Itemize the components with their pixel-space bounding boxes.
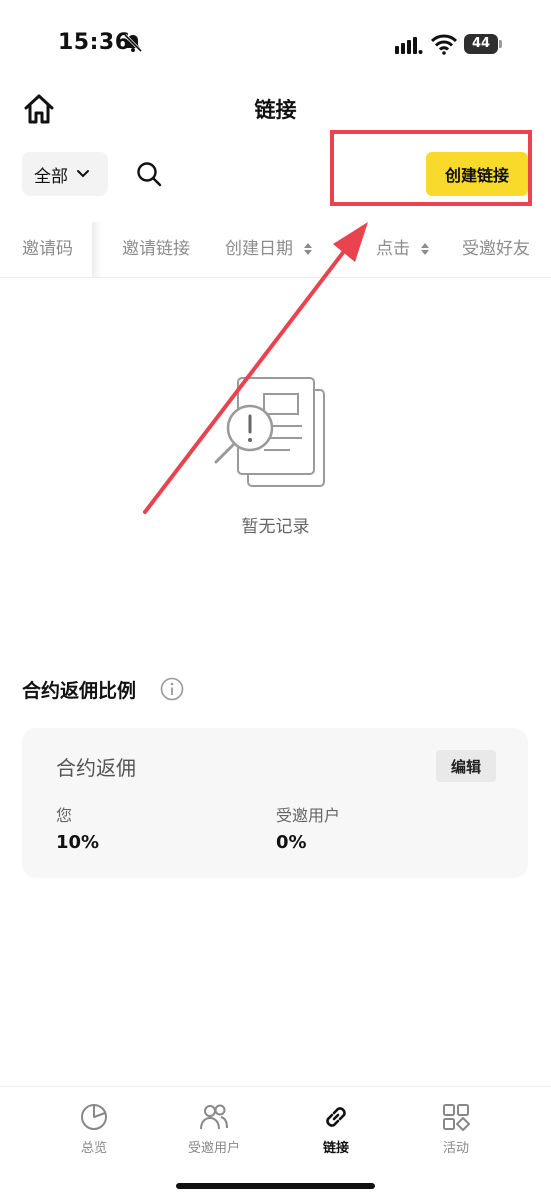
users-icon [200,1104,228,1130]
grid-icon [443,1104,470,1131]
column-clicks[interactable]: 点击 [376,234,430,259]
rebate-card: 合约返佣 编辑 您 10% 受邀用户 0% [22,728,528,878]
rebate-card-title: 合约返佣 [56,756,136,780]
chevron-down-icon [77,170,89,178]
your-rate-label: 您 [56,806,73,825]
nav-item-links[interactable]: 链接 [276,1101,396,1156]
column-clicks-label: 点击 [376,239,410,259]
table-header: 邀请码 邀请链接 创建日期 点击 受邀好友 [0,222,551,278]
nav-label: 活动 [442,1141,469,1156]
invited-rate-value: 0% [276,832,307,853]
nav-item-overview[interactable]: 总览 [34,1101,154,1156]
search-icon[interactable] [135,160,163,188]
create-link-button[interactable]: 创建链接 [426,152,528,196]
column-create-date[interactable]: 创建日期 [225,234,313,259]
column-invite-link: 邀请链接 [122,239,190,259]
sort-icon [421,243,430,255]
filter-label: 全部 [34,166,68,187]
column-create-date-label: 创建日期 [225,239,293,259]
invited-rate-label: 受邀用户 [276,806,341,825]
sort-icon [304,243,313,255]
nav-item-activity[interactable]: 活动 [396,1101,516,1156]
home-indicator [176,1183,375,1189]
your-rate-value: 10% [56,832,100,853]
battery-cap [499,40,502,48]
empty-records-icon [214,377,325,487]
battery-indicator: 44 [464,34,502,54]
info-icon[interactable] [160,677,184,701]
link-icon [326,1107,346,1127]
page-title: 链接 [254,98,297,122]
rebate-section-title: 合约返佣比例 [22,680,137,702]
empty-state-text: 暂无记录 [241,517,310,537]
nav-label: 受邀用户 [187,1141,240,1156]
column-divider [92,222,102,277]
signal-icon [395,37,423,54]
nav-label: 总览 [80,1141,107,1156]
battery-level: 44 [464,34,498,54]
status-bar: 15:36 44 [0,0,551,90]
wifi-icon [431,34,457,55]
edit-button[interactable]: 编辑 [436,750,496,782]
nav-label: 链接 [322,1141,349,1156]
column-invited-friends: 受邀好友 [462,239,530,259]
bell-muted-icon [123,33,143,53]
pie-chart-icon [81,1104,107,1130]
column-invite-code: 邀请码 [22,239,73,259]
filter-dropdown[interactable]: 全部 [22,152,108,196]
nav-item-invited-users[interactable]: 受邀用户 [154,1101,274,1156]
status-time: 15:36 [58,30,131,55]
